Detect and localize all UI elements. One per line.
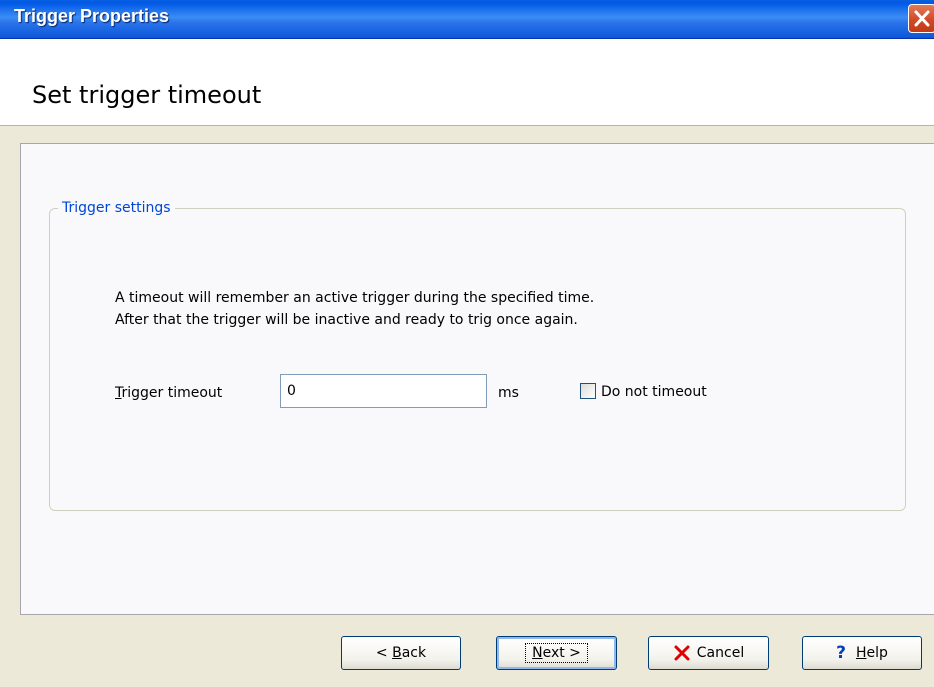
next-button[interactable]: Next > <box>496 636 617 670</box>
help-button[interactable]: ? Help <box>802 636 922 670</box>
description-line-1: A timeout will remember an active trigge… <box>115 290 595 306</box>
back-button[interactable]: < Back <box>341 636 461 670</box>
red-x-icon <box>674 645 690 661</box>
trigger-timeout-input[interactable] <box>280 374 487 408</box>
close-icon <box>914 10 930 27</box>
cancel-button[interactable]: Cancel <box>648 636 769 670</box>
cancel-label: Cancel <box>696 645 745 661</box>
group-legend: Trigger settings <box>58 200 175 216</box>
do-not-timeout-checkbox[interactable] <box>580 383 596 399</box>
trigger-timeout-label: Trigger timeout <box>115 385 223 401</box>
trigger-settings-group <box>49 208 906 511</box>
close-button[interactable] <box>908 4 934 33</box>
question-mark-icon: ? <box>836 643 846 663</box>
window-title: Trigger Properties <box>14 6 170 26</box>
do-not-timeout-label[interactable]: Do not timeout <box>601 384 707 400</box>
timeout-unit-label: ms <box>498 385 519 401</box>
title-bar: Trigger Properties <box>0 0 934 39</box>
wizard-header: Set trigger timeout <box>0 39 934 126</box>
page-heading: Set trigger timeout <box>32 81 262 109</box>
description-line-2: After that the trigger will be inactive … <box>115 312 578 328</box>
